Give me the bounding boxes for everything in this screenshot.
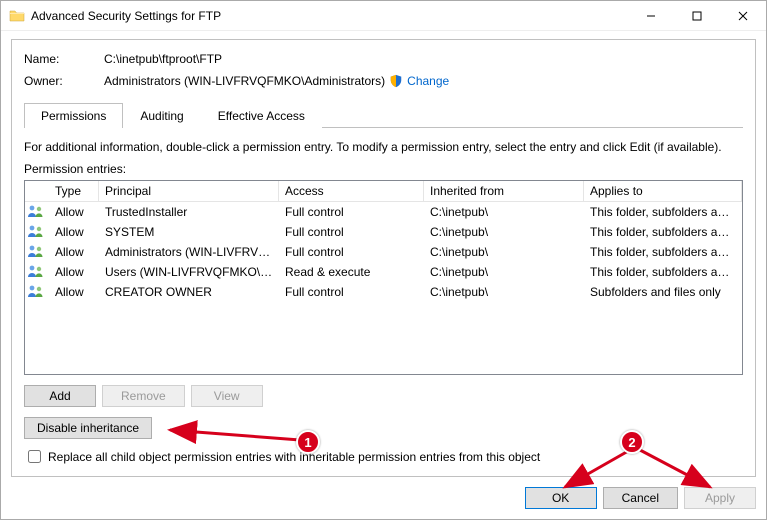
col-applies[interactable]: Applies to — [584, 181, 742, 201]
cell-access: Full control — [279, 282, 424, 302]
col-principal[interactable]: Principal — [99, 181, 279, 201]
cell-access: Read & execute — [279, 262, 424, 282]
main-panel: Name: C:\inetpub\ftproot\FTP Owner: Admi… — [11, 39, 756, 477]
cell-principal: Administrators (WIN-LIVFRVQ... — [99, 242, 279, 262]
cell-inherited: C:\inetpub\ — [424, 282, 584, 302]
table-row[interactable]: AllowSYSTEMFull controlC:\inetpub\This f… — [25, 222, 742, 242]
add-button[interactable]: Add — [24, 385, 96, 407]
table-row[interactable]: AllowCREATOR OWNERFull controlC:\inetpub… — [25, 282, 742, 302]
col-inherited[interactable]: Inherited from — [424, 181, 584, 201]
cell-type: Allow — [49, 282, 99, 302]
cell-applies: This folder, subfolders and files — [584, 262, 742, 282]
apply-button: Apply — [684, 487, 756, 509]
cell-principal: SYSTEM — [99, 222, 279, 242]
principal-icon — [25, 281, 49, 304]
folder-icon — [9, 8, 25, 24]
tab-permissions[interactable]: Permissions — [24, 103, 123, 128]
shield-icon — [389, 74, 403, 88]
cell-type: Allow — [49, 202, 99, 222]
table-row[interactable]: AllowAdministrators (WIN-LIVFRVQ...Full … — [25, 242, 742, 262]
cell-access: Full control — [279, 202, 424, 222]
close-button[interactable] — [720, 1, 766, 31]
minimize-button[interactable] — [628, 1, 674, 31]
info-text: For additional information, double-click… — [24, 140, 743, 154]
ok-button[interactable]: OK — [525, 487, 597, 509]
cell-principal: TrustedInstaller — [99, 202, 279, 222]
cell-inherited: C:\inetpub\ — [424, 262, 584, 282]
cell-access: Full control — [279, 222, 424, 242]
cell-applies: Subfolders and files only — [584, 282, 742, 302]
replace-children-label: Replace all child object permission entr… — [48, 450, 540, 464]
cell-type: Allow — [49, 242, 99, 262]
maximize-button[interactable] — [674, 1, 720, 31]
permissions-table: Type Principal Access Inherited from App… — [24, 180, 743, 375]
col-access[interactable]: Access — [279, 181, 424, 201]
cell-applies: This folder, subfolders and files — [584, 202, 742, 222]
name-value: C:\inetpub\ftproot\FTP — [104, 52, 222, 66]
cell-applies: This folder, subfolders and files — [584, 222, 742, 242]
cell-type: Allow — [49, 262, 99, 282]
change-owner-link[interactable]: Change — [407, 74, 449, 88]
cell-inherited: C:\inetpub\ — [424, 202, 584, 222]
cell-access: Full control — [279, 242, 424, 262]
remove-button: Remove — [102, 385, 185, 407]
entries-label: Permission entries: — [24, 162, 743, 176]
owner-label: Owner: — [24, 74, 104, 88]
cancel-button[interactable]: Cancel — [603, 487, 678, 509]
tab-effective-access[interactable]: Effective Access — [201, 103, 322, 128]
window-frame: Advanced Security Settings for FTP Name:… — [0, 0, 767, 520]
view-button: View — [191, 385, 263, 407]
col-icon[interactable] — [25, 181, 49, 201]
annotation-marker-1: 1 — [296, 430, 320, 454]
tab-auditing[interactable]: Auditing — [123, 103, 200, 128]
tab-strip: Permissions Auditing Effective Access — [24, 102, 743, 128]
cell-applies: This folder, subfolders and files — [584, 242, 742, 262]
name-label: Name: — [24, 52, 104, 66]
annotation-marker-2: 2 — [620, 430, 644, 454]
cell-type: Allow — [49, 222, 99, 242]
owner-value: Administrators (WIN-LIVFRVQFMKO\Administ… — [104, 74, 385, 88]
table-row[interactable]: AllowUsers (WIN-LIVFRVQFMKO\Us...Read & … — [25, 262, 742, 282]
table-row[interactable]: AllowTrustedInstallerFull controlC:\inet… — [25, 202, 742, 222]
window-title: Advanced Security Settings for FTP — [31, 9, 628, 23]
cell-inherited: C:\inetpub\ — [424, 222, 584, 242]
col-type[interactable]: Type — [49, 181, 99, 201]
disable-inheritance-button[interactable]: Disable inheritance — [24, 417, 152, 439]
cell-inherited: C:\inetpub\ — [424, 242, 584, 262]
cell-principal: Users (WIN-LIVFRVQFMKO\Us... — [99, 262, 279, 282]
titlebar: Advanced Security Settings for FTP — [1, 1, 766, 31]
cell-principal: CREATOR OWNER — [99, 282, 279, 302]
replace-children-checkbox[interactable] — [28, 450, 41, 463]
